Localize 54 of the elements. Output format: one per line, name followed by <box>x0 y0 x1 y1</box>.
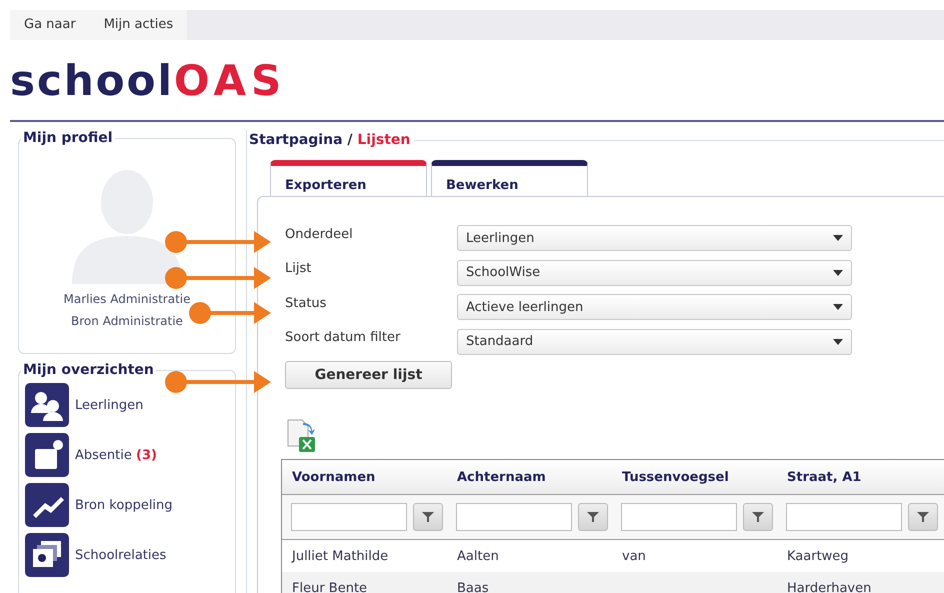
menu-item[interactable]: Mijn acties <box>90 10 188 40</box>
table-cell-text: Harderhaven <box>786 580 872 593</box>
filter-field[interactable] <box>621 503 737 531</box>
filter-field[interactable] <box>291 503 407 531</box>
dropdown[interactable]: Standaard <box>457 328 852 355</box>
menu-item[interactable]: Ga naar <box>10 10 90 40</box>
overview-icon[interactable] <box>25 483 69 527</box>
column-header[interactable]: Achternaam <box>447 470 612 484</box>
overview-link[interactable]: Absentie (3) <box>75 448 157 462</box>
overview-link[interactable]: Schoolrelaties <box>75 548 166 562</box>
table-cell-text: Aalten <box>456 548 500 564</box>
breadcrumb: Startpagina / Lijsten <box>249 132 410 148</box>
caret-icon <box>833 270 843 276</box>
overview-icon[interactable] <box>25 383 69 427</box>
field-label: Soort datum filter <box>285 330 402 346</box>
filter-icon <box>751 510 765 524</box>
column-header[interactable]: Straat, A1 <box>777 470 944 484</box>
filter-button[interactable] <box>578 503 608 531</box>
overview-link[interactable]: Bron koppeling <box>75 498 173 512</box>
logo: schoolOAS <box>10 40 944 122</box>
caret-icon <box>833 338 843 345</box>
dropdown[interactable]: Actieve leerlingen <box>457 294 852 320</box>
panel-title: Mijn overzichten <box>22 362 155 378</box>
dropdown[interactable]: Leerlingen <box>457 225 852 252</box>
tab[interactable]: Exporteren <box>270 160 427 196</box>
filter-field[interactable] <box>456 503 572 531</box>
filter-icon <box>421 510 435 524</box>
tab[interactable]: Bewerken <box>431 160 588 196</box>
filter-button[interactable] <box>413 503 443 531</box>
table-cell-text: Kaartweg <box>786 548 850 564</box>
filter-icon <box>586 510 600 524</box>
panel-title: Mijn profiel <box>22 130 114 146</box>
profile-name: Marlies Administratie <box>62 291 192 308</box>
table-cell-text: Baas <box>456 580 490 593</box>
column-header[interactable]: Tussenvoegsel <box>612 470 777 484</box>
caret-icon <box>833 304 843 310</box>
dropdown[interactable]: SchoolWise <box>457 260 852 286</box>
filter-field[interactable] <box>786 503 902 531</box>
filter-icon <box>916 510 930 524</box>
filter-button[interactable] <box>908 503 938 531</box>
overview-link[interactable]: Leerlingen <box>75 398 144 412</box>
profile-name: Bron Administratie <box>70 313 184 330</box>
table-cell-text: van <box>621 548 647 564</box>
overview-icon[interactable] <box>25 533 69 577</box>
table-cell-text: Fleur Bente <box>291 580 368 593</box>
filter-button[interactable] <box>743 503 773 531</box>
field-label: Lijst <box>285 261 312 276</box>
field-label: Onderdeel <box>285 226 354 242</box>
table-cell-text: Julliet Mathilde <box>290 548 390 564</box>
column-header[interactable]: Voornamen <box>282 470 447 484</box>
generate-button[interactable]: Genereer lijst <box>285 361 452 389</box>
caret-icon <box>833 235 843 242</box>
field-label: Status <box>285 296 328 311</box>
overview-icon[interactable] <box>25 433 69 477</box>
